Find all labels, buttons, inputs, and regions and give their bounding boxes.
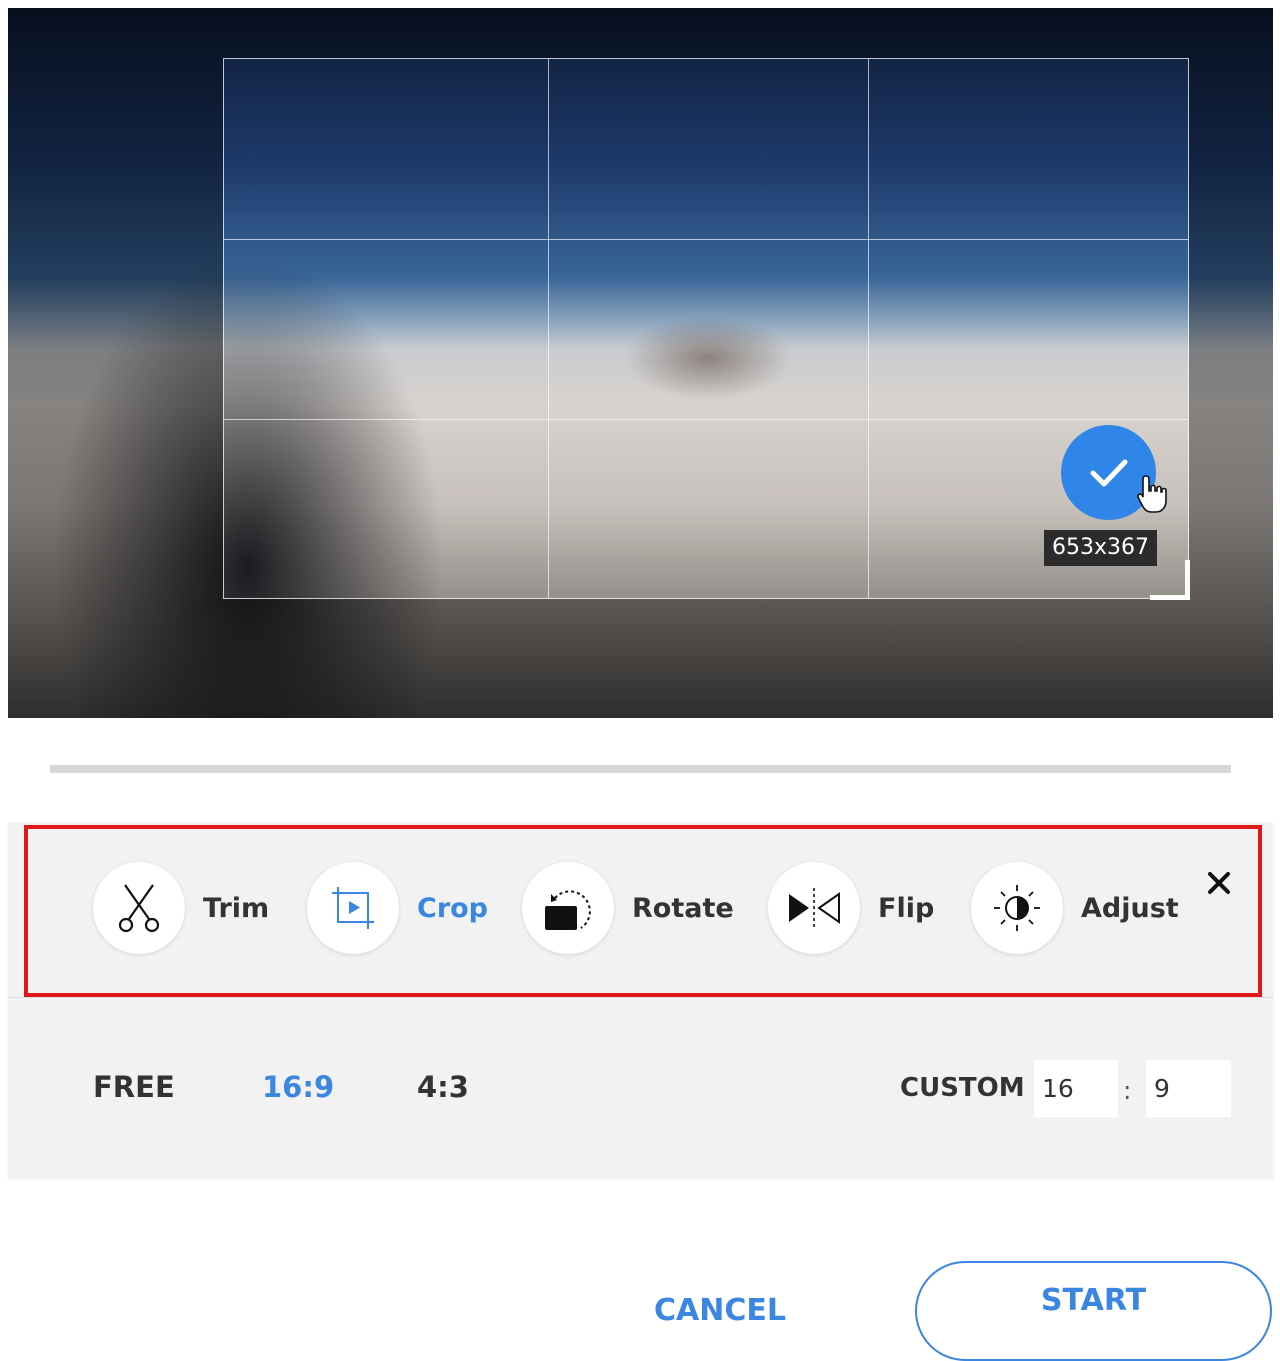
tool-flip[interactable]: Flip <box>768 862 934 954</box>
tool-rotate[interactable]: Rotate <box>522 862 734 954</box>
timeline-track[interactable] <box>50 765 1231 773</box>
tool-trim-label: Trim <box>203 892 270 924</box>
ratio-16-9[interactable]: 16:9 <box>262 1070 334 1104</box>
tool-crop[interactable]: Crop <box>307 862 488 954</box>
hand-cursor-icon <box>1137 475 1167 513</box>
tool-rotate-label: Rotate <box>632 892 734 924</box>
tool-trim-circle <box>93 862 185 954</box>
tool-adjust-label: Adjust <box>1081 892 1179 924</box>
brightness-icon <box>994 885 1040 931</box>
tool-flip-circle <box>768 862 860 954</box>
crop-dim-right <box>1189 58 1273 599</box>
custom-width-input[interactable] <box>1034 1060 1118 1117</box>
tool-flip-label: Flip <box>878 892 935 924</box>
tool-adjust-circle <box>971 862 1063 954</box>
ratio-free[interactable]: FREE <box>93 1070 175 1104</box>
video-preview: 653x367 <box>8 8 1273 718</box>
crop-dim-top <box>8 8 1273 58</box>
check-icon <box>1090 459 1127 486</box>
crop-resize-handle[interactable] <box>1150 560 1190 600</box>
scissors-icon <box>118 884 160 933</box>
custom-ratio-separator: : <box>1123 1076 1132 1105</box>
flip-icon <box>789 888 840 928</box>
custom-height-input[interactable] <box>1146 1060 1231 1117</box>
crop-size-label: 653x367 <box>1044 530 1158 566</box>
rotate-icon <box>545 890 591 930</box>
crop-dim-left <box>8 58 223 599</box>
crop-grid-line <box>548 59 549 598</box>
tool-trim[interactable]: Trim <box>93 862 269 954</box>
panel-divider <box>8 997 1273 998</box>
crop-grid-line <box>224 239 1188 240</box>
tool-rotate-circle <box>522 862 614 954</box>
crop-grid-line <box>224 419 1188 420</box>
tool-adjust[interactable]: Adjust <box>971 862 1179 954</box>
crop-icon <box>332 887 374 929</box>
custom-ratio-label: CUSTOM <box>900 1073 1025 1103</box>
tool-crop-label: Crop <box>417 892 489 924</box>
cancel-button[interactable]: CANCEL <box>620 1280 820 1340</box>
ratio-4-3[interactable]: 4:3 <box>417 1070 469 1104</box>
tool-crop-circle <box>307 862 399 954</box>
close-icon[interactable] <box>1204 868 1234 898</box>
crop-box[interactable] <box>223 58 1190 600</box>
crop-dim-bottom <box>8 599 1273 718</box>
crop-grid-line <box>868 59 869 598</box>
start-button[interactable]: START <box>915 1261 1272 1361</box>
